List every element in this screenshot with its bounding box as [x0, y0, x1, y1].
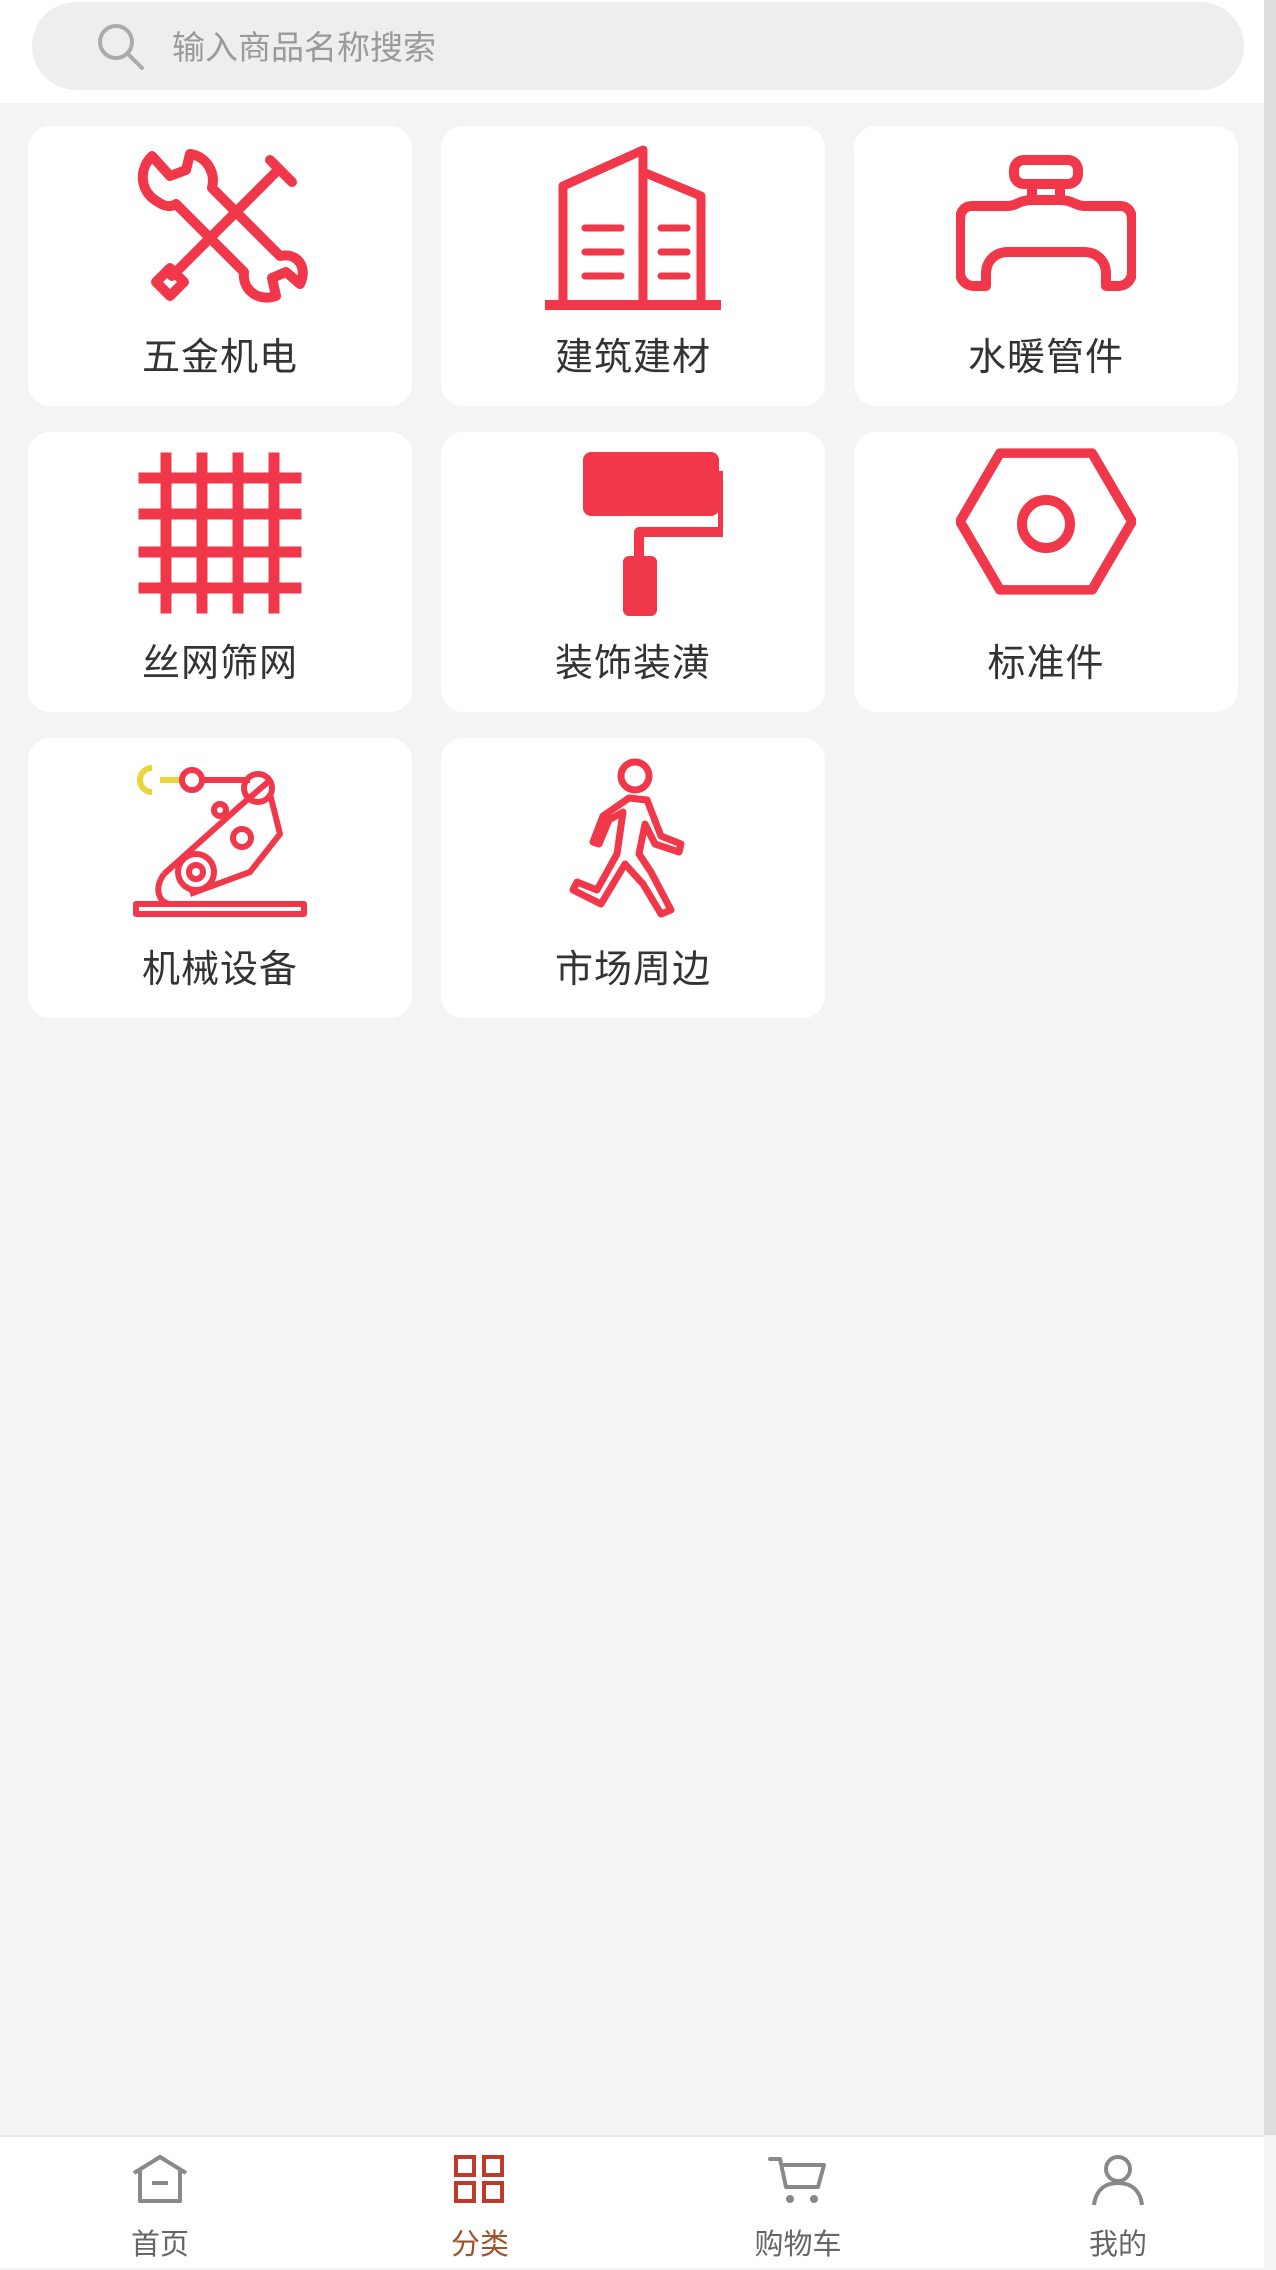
tab-label: 分类 [450, 2227, 509, 2261]
category-label: 建筑建材 [554, 335, 711, 379]
category-grid-icon [454, 2155, 504, 2203]
user-icon [1092, 2155, 1144, 2206]
building-icon [545, 145, 721, 310]
category-card-building[interactable]: 建筑建材 [441, 126, 825, 406]
category-card-hardware[interactable]: 五金机电 [28, 126, 412, 406]
category-card-machinery[interactable]: 机械设备 [28, 738, 412, 1018]
search-header [0, 0, 1264, 103]
category-label: 丝网筛网 [141, 641, 298, 685]
hex-nut-icon [956, 448, 1136, 595]
category-label: 机械设备 [141, 947, 298, 991]
category-label: 水暖管件 [967, 335, 1124, 379]
category-label: 标准件 [987, 641, 1105, 685]
paint-roller-icon [583, 452, 723, 616]
scrollbar[interactable] [1264, 0, 1276, 2135]
tab-label: 我的 [1088, 2227, 1147, 2261]
robot-arm-icon [133, 765, 307, 917]
tab-label: 购物车 [754, 2227, 842, 2261]
tab-label: 首页 [130, 2227, 189, 2261]
walking-person-icon [569, 758, 685, 918]
tools-icon [138, 149, 308, 303]
bottom-tab-bar: 首页 分类 购物车 我的 [0, 2135, 1264, 2268]
category-card-market[interactable]: 市场周边 [441, 738, 825, 1018]
search-bar[interactable] [32, 2, 1244, 90]
category-label: 市场周边 [554, 947, 711, 991]
category-label: 装饰装潢 [554, 641, 711, 685]
pipe-valve-icon [956, 155, 1136, 291]
category-card-plumbing[interactable]: 水暖管件 [854, 126, 1238, 406]
search-input[interactable] [170, 16, 1174, 78]
wire-mesh-icon [138, 452, 302, 614]
cart-icon [768, 2157, 826, 2203]
tab-profile[interactable]: 我的 [1038, 2137, 1198, 2270]
home-icon [132, 2155, 188, 2203]
category-card-standard-parts[interactable]: 标准件 [854, 432, 1238, 712]
tab-home[interactable]: 首页 [80, 2137, 240, 2270]
tab-category[interactable]: 分类 [400, 2137, 560, 2270]
category-label: 五金机电 [141, 335, 298, 379]
search-icon [98, 24, 144, 70]
tab-cart[interactable]: 购物车 [718, 2137, 878, 2270]
category-card-mesh[interactable]: 丝网筛网 [28, 432, 412, 712]
category-card-decoration[interactable]: 装饰装潢 [441, 432, 825, 712]
